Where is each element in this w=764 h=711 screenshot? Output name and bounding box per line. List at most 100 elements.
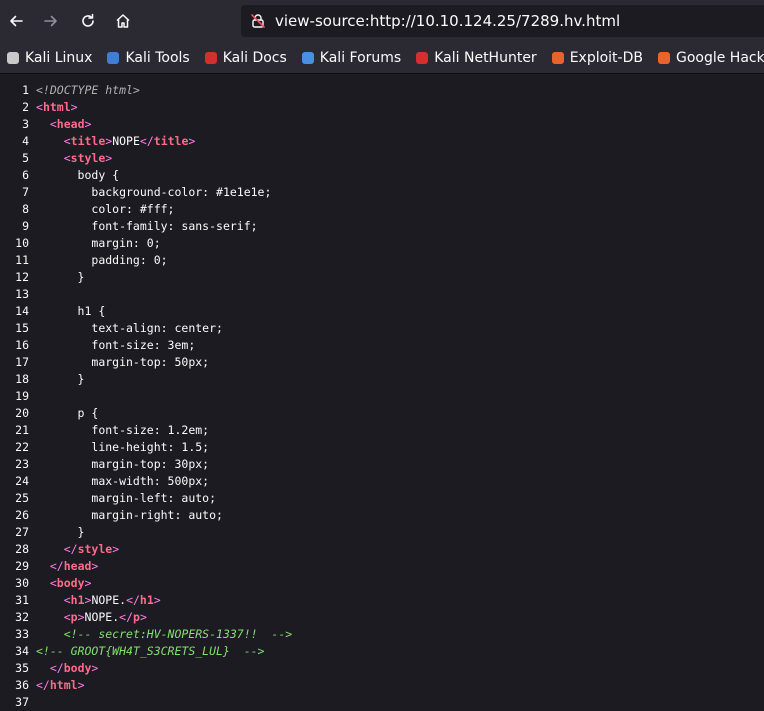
- source-line: 26 margin-right: auto;: [0, 507, 764, 524]
- line-number: 1: [22, 83, 29, 97]
- arrow-right-icon: [44, 15, 57, 27]
- line-number: 10: [15, 236, 29, 250]
- reload-button[interactable]: [74, 7, 102, 35]
- line-number: 28: [15, 542, 29, 556]
- text-token: NOPE.: [84, 610, 120, 624]
- url-bar[interactable]: [241, 5, 764, 37]
- line-number: 18: [15, 372, 29, 386]
- line-number: 16: [15, 338, 29, 352]
- tag-bracket: >: [70, 100, 78, 114]
- text-token: font-family: sans-serif;: [91, 219, 258, 233]
- tag-bracket: </: [49, 559, 64, 573]
- line-number: 13: [15, 287, 29, 301]
- comment-token: <!-- secret:HV-NOPERS-1337!! -->: [63, 627, 293, 641]
- home-button[interactable]: [109, 7, 137, 35]
- tag-bracket: >: [139, 610, 147, 624]
- tag-name: h1: [70, 593, 85, 607]
- bookmarks-toolbar: Kali Linux Kali Tools Kali Docs Kali Forums…: [0, 42, 764, 74]
- source-line: 12 }: [0, 269, 764, 286]
- text-token: font-size: 3em;: [91, 338, 196, 352]
- bookmark-item[interactable]: Kali Tools: [105, 50, 190, 66]
- ghdb-icon: [656, 50, 672, 66]
- text-token: body {: [77, 168, 120, 182]
- line-number: 11: [15, 253, 29, 267]
- source-line: 18 }: [0, 371, 764, 388]
- tag-name: title: [153, 134, 189, 148]
- source-line: 22 line-height: 1.5;: [0, 439, 764, 456]
- source-line: 32 <p>NOPE.</p>: [0, 609, 764, 626]
- tag-name: h1: [139, 593, 154, 607]
- line-number: 8: [22, 202, 29, 216]
- insecure-lock-icon[interactable]: [249, 12, 267, 30]
- source-code: <html>: [36, 99, 78, 116]
- source-line: 36 </html>: [0, 677, 764, 694]
- bookmark-item[interactable]: Kali Linux: [5, 50, 92, 66]
- back-button[interactable]: [2, 7, 30, 35]
- line-number: 22: [15, 440, 29, 454]
- tag-bracket: >: [91, 661, 99, 675]
- tag-bracket: <: [63, 610, 71, 624]
- line-number: 21: [15, 423, 29, 437]
- url-input[interactable]: [275, 12, 755, 30]
- source-line: 10 margin: 0;: [0, 235, 764, 252]
- source-code: }: [36, 371, 85, 388]
- line-number: 31: [15, 593, 29, 607]
- source-code: <h1>NOPE.</h1>: [36, 592, 161, 609]
- source-line: 14 h1 {: [0, 303, 764, 320]
- bookmark-item[interactable]: Kali NetHunter: [414, 49, 537, 66]
- source-code: padding: 0;: [36, 252, 167, 269]
- source-code: h1 {: [36, 303, 106, 320]
- line-number: 34: [15, 644, 29, 658]
- comment-token: <!-- GROOT{WH4T_S3CRETS_LUL} -->: [36, 644, 265, 658]
- doctype-token: <!DOCTYPE html>: [36, 83, 140, 97]
- text-token: NOPE: [112, 134, 140, 148]
- tag-name: head: [63, 559, 92, 573]
- bookmark-item[interactable]: Kali Docs: [203, 50, 287, 66]
- forward-button[interactable]: [37, 7, 65, 35]
- tag-bracket: </: [139, 134, 154, 148]
- source-line: 11 padding: 0;: [0, 252, 764, 269]
- line-number: 14: [15, 304, 29, 318]
- text-token: line-height: 1.5;: [91, 440, 210, 454]
- line-number: 3: [22, 117, 29, 131]
- line-number: 2: [22, 100, 29, 114]
- bookmark-label: Google Hacking D: [675, 49, 764, 66]
- tag-bracket: <: [49, 117, 57, 131]
- source-code: color: #fff;: [36, 201, 174, 218]
- line-number: 32: [15, 610, 29, 624]
- source-line: 13: [0, 286, 764, 303]
- source-code: line-height: 1.5;: [36, 439, 209, 456]
- tag-bracket: <: [49, 576, 57, 590]
- line-number: 12: [15, 270, 29, 284]
- source-code: margin-top: 50px;: [36, 354, 209, 371]
- bookmark-item[interactable]: Google Hacking D: [656, 50, 764, 66]
- bookmark-item[interactable]: Kali Forums: [300, 50, 401, 66]
- source-code: <body>: [36, 575, 92, 592]
- bookmark-label: Kali Docs: [222, 49, 287, 66]
- source-line: 30 <body>: [0, 575, 764, 592]
- source-code: <!DOCTYPE html>: [36, 82, 140, 99]
- tag-bracket: </: [126, 593, 140, 607]
- text-token: }: [77, 372, 85, 386]
- source-line: 33 <!-- secret:HV-NOPERS-1337!! -->: [0, 626, 764, 643]
- kali-dragon-icon: [5, 50, 21, 66]
- bookmark-item[interactable]: Exploit-DB: [550, 50, 643, 66]
- line-number: 23: [15, 457, 29, 471]
- tag-name: style: [77, 542, 113, 556]
- reload-icon: [82, 13, 94, 27]
- source-line: 3 <head>: [0, 116, 764, 133]
- source-code: </head>: [36, 558, 99, 575]
- line-number: 7: [22, 185, 29, 199]
- line-number: 35: [15, 661, 29, 675]
- source-line: 21 font-size: 1.2em;: [0, 422, 764, 439]
- line-number: 29: [15, 559, 29, 573]
- bookmark-label: Kali NetHunter: [434, 49, 537, 66]
- tag-bracket: <: [63, 151, 71, 165]
- source-code: <head>: [36, 116, 92, 133]
- source-line: 15 text-align: center;: [0, 320, 764, 337]
- line-number: 19: [15, 389, 29, 403]
- source-line: 23 margin-top: 30px;: [0, 456, 764, 473]
- tag-bracket: >: [105, 151, 113, 165]
- line-number: 33: [15, 627, 29, 641]
- line-number: 27: [15, 525, 29, 539]
